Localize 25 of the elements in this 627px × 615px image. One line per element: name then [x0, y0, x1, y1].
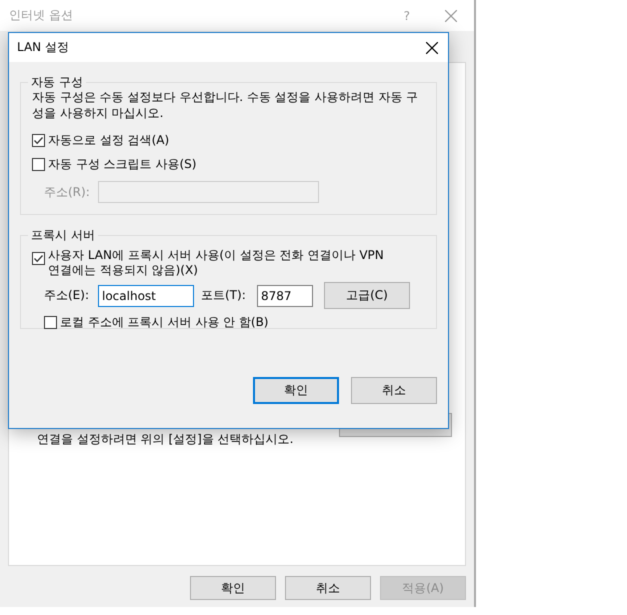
checkbox[interactable]	[32, 252, 45, 265]
checkbox[interactable]	[44, 316, 57, 328]
checkbox-label: 자동 구성 스크립트 사용(S)	[48, 156, 196, 172]
checkbox-label: 로컬 주소에 프록시 서버 사용 안 함(B)	[60, 314, 268, 330]
dialog-title: LAN 설정	[17, 39, 69, 56]
checkbox-label: 사용자 LAN에 프록시 서버 사용(이 설정은 전화 연결이나 VPN 연결에는 적용되지 않음)(X)	[48, 248, 385, 278]
dialog-button[interactable]: 확인	[253, 377, 339, 404]
field-label: 포트(T):	[200, 287, 247, 304]
dialog-button[interactable]: 취소	[351, 377, 437, 404]
field-label: 주소(E):	[43, 287, 90, 304]
input-field[interactable]: localhost	[98, 284, 194, 306]
checkbox-label: 자동으로 설정 검색(A)	[48, 132, 170, 148]
checkbox[interactable]	[32, 158, 45, 170]
dialog-button[interactable]: 취소	[285, 576, 371, 600]
input-field[interactable]: 8787	[257, 284, 313, 306]
instruction-text: 연결을 설정하려면 위의 [설정]을 선택하십시오.	[37, 431, 294, 448]
checkbox[interactable]	[32, 134, 45, 146]
advanced-button[interactable]: 고급(C)	[324, 282, 410, 309]
dialog-button[interactable]: 확인	[190, 576, 276, 600]
group-title: 자동 구성	[30, 74, 84, 91]
group-title: 프록시 서버	[30, 227, 96, 244]
description-text: 자동 구성은 수동 설정보다 우선합니다. 수동 설정을 사용하려면 자동 구성을 사용하지 마십시오.	[32, 89, 420, 121]
field-label: 주소(R):	[43, 184, 91, 200]
window-title: 인터넷 옵션	[9, 7, 74, 24]
close-icon[interactable]	[426, 42, 438, 54]
